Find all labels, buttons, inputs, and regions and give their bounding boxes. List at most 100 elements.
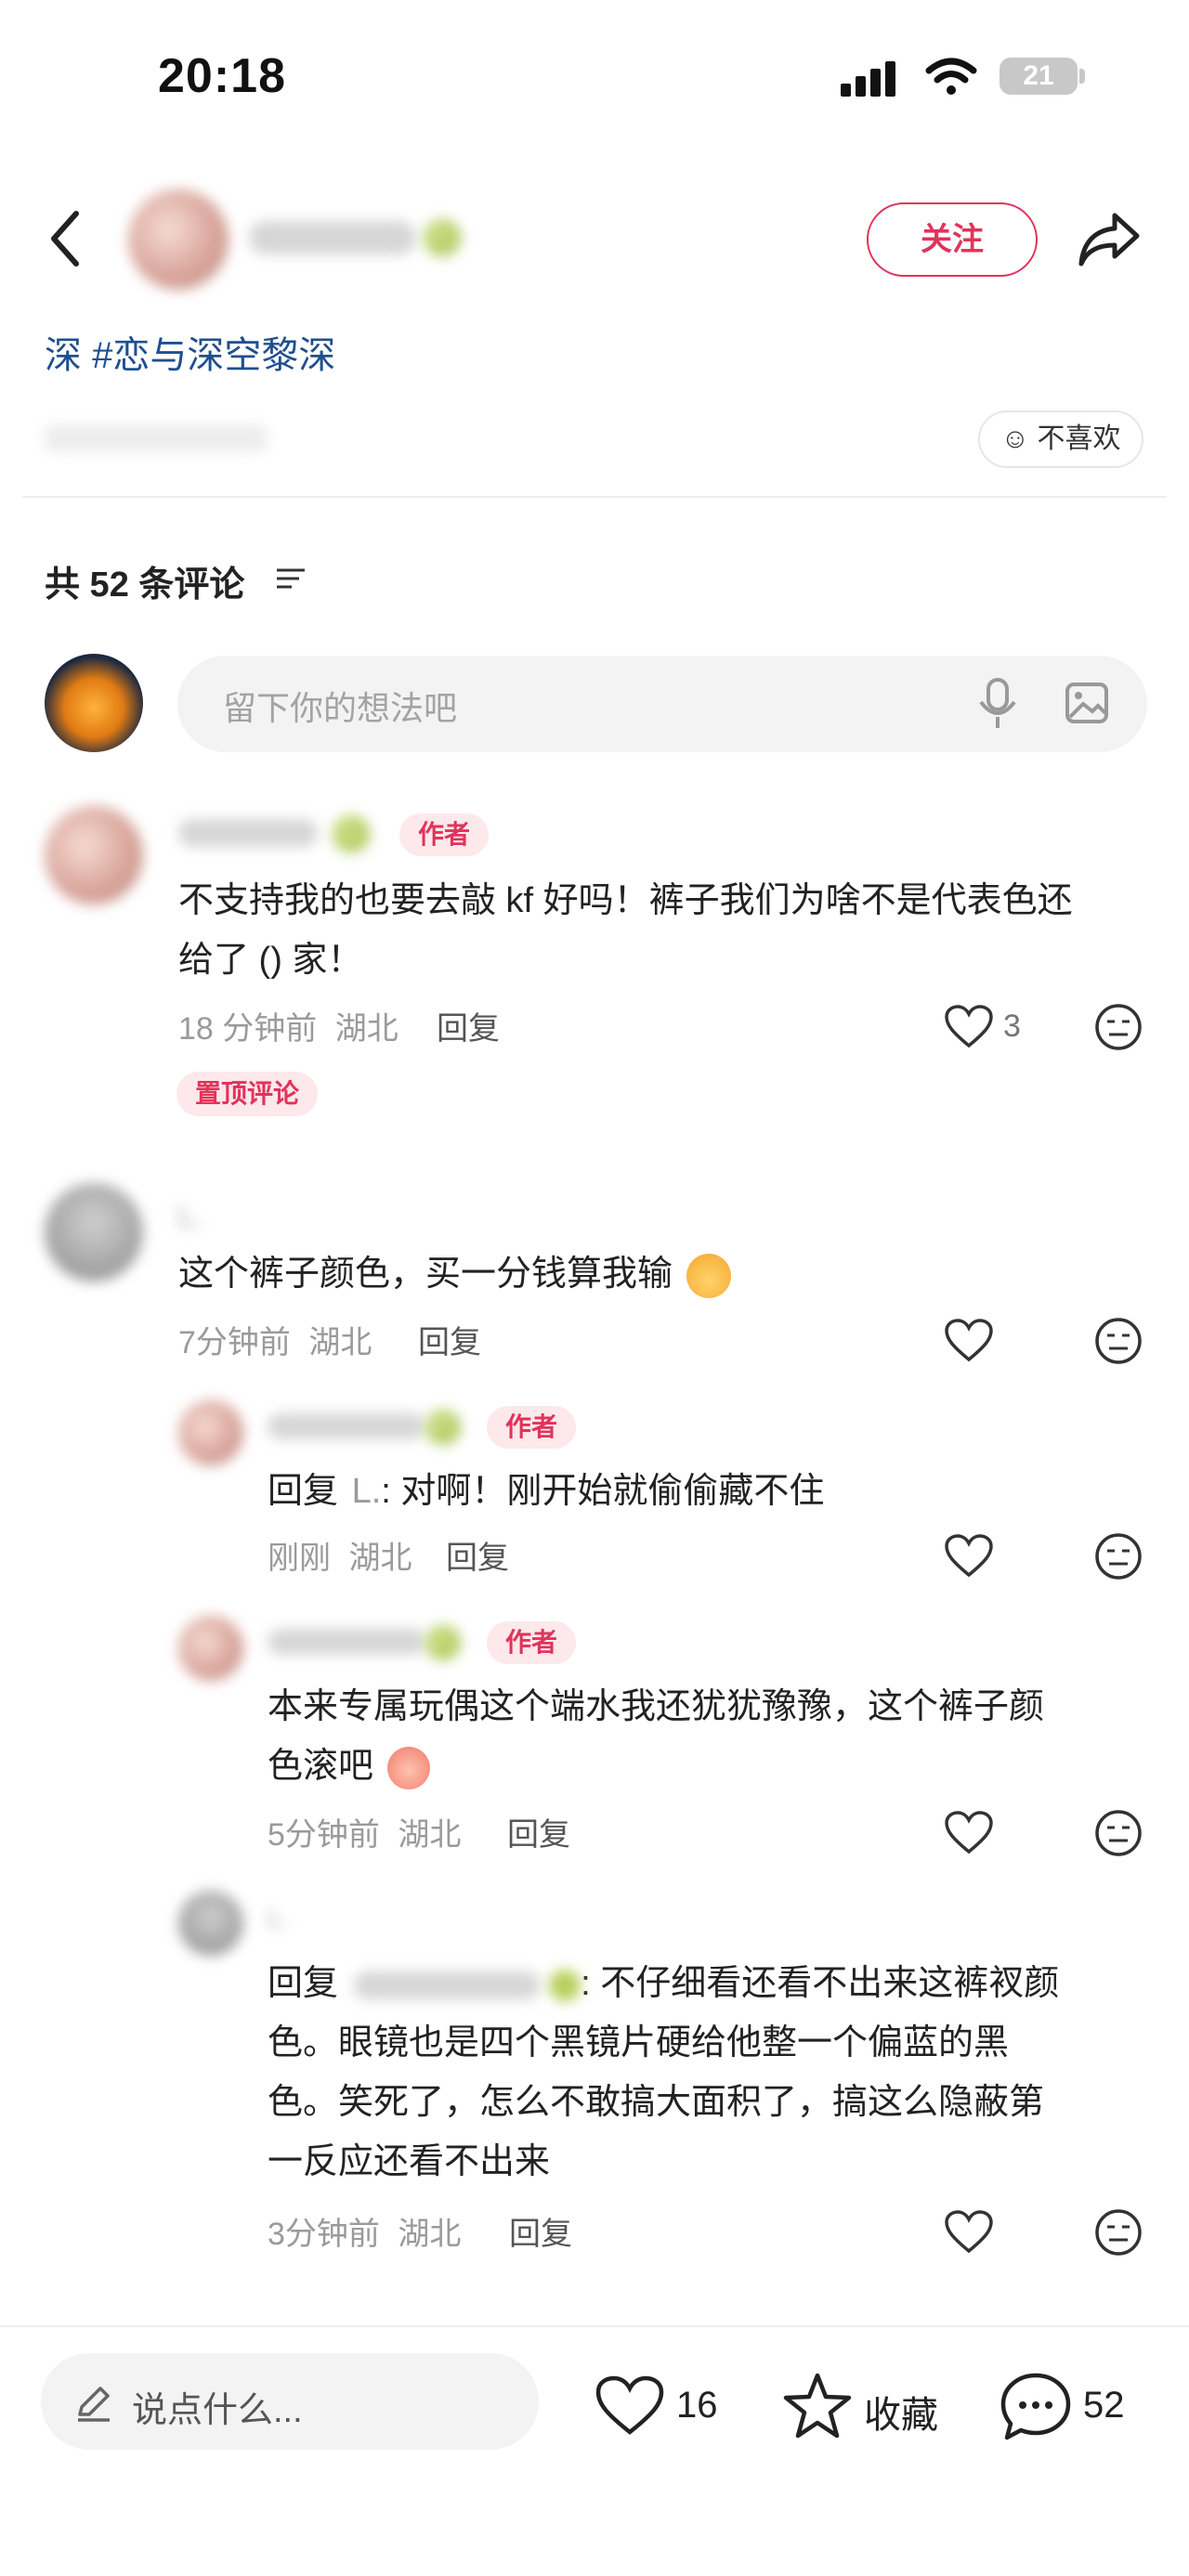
reply-line: 色滚吧	[268, 1747, 374, 1786]
reply-line-wrap: 色滚吧	[268, 1737, 1141, 1796]
reply-avatar[interactable]	[178, 1616, 243, 1681]
comment-meta: 7分钟前 湖北	[178, 1317, 372, 1362]
wifi-icon	[925, 58, 977, 95]
dislike-face-icon[interactable]	[1094, 1532, 1143, 1581]
peach-emoji-icon	[386, 1746, 430, 1789]
bottom-divider	[0, 2325, 1189, 2327]
comment-text: 这个裤子颜色，买一分钱算我输	[178, 1244, 731, 1304]
neutral-face-icon: ☺	[1000, 423, 1030, 454]
comment-line: 这个裤子颜色，买一分钱算我输	[178, 1255, 673, 1294]
reply-line: 色。笑死了，怎么不敢搞大面积了，搞这么隐蔽第	[268, 2083, 1045, 2122]
reply-time: 5分钟前	[268, 1817, 380, 1853]
reply-prefix: 回复	[268, 1964, 339, 2003]
reply-text: 回复 L.: 对啊！刚开始就偷偷藏不住	[268, 1462, 824, 1521]
comment-count-bottom: 52	[1083, 2385, 1125, 2426]
dislike-face-icon[interactable]	[1094, 2208, 1143, 2257]
reply-name[interactable]: L.	[268, 1904, 289, 1933]
dislike-face-icon[interactable]	[1094, 1809, 1143, 1857]
commenter-avatar[interactable]	[45, 1183, 143, 1281]
level-badge-icon	[425, 1625, 461, 1660]
reply-button[interactable]: 回复	[418, 1317, 481, 1362]
author-avatar[interactable]	[128, 189, 229, 290]
comment-meta: 18 分钟前 湖北	[178, 1003, 399, 1048]
comment-time: 18 分钟前	[178, 1011, 318, 1047]
pinned-tag: 置顶评论	[176, 1072, 318, 1116]
heart-icon[interactable]	[944, 1319, 994, 1363]
follow-button[interactable]: 关注	[867, 202, 1038, 277]
heart-icon[interactable]	[944, 1005, 994, 1049]
dislike-label: 不喜欢	[1037, 423, 1121, 454]
reply-avatar[interactable]	[178, 1400, 243, 1465]
like-count: 3	[1003, 1008, 1021, 1044]
comment-location: 湖北	[308, 1325, 372, 1360]
microphone-icon[interactable]	[977, 676, 1018, 732]
star-icon[interactable]	[782, 2372, 853, 2440]
reply-body: : 对啊！刚开始就偷偷藏不住	[381, 1472, 825, 1511]
reply-line-wrap: 回复 : 不仔细看还看不出来这裤衩颜	[268, 1954, 1141, 2013]
blurred-line	[45, 425, 268, 451]
reply-to-user[interactable]	[353, 1971, 540, 1999]
level-badge-icon	[425, 1410, 461, 1445]
reply-text: 回复 : 不仔细看还看不出来这裤衩颜 色。眼镜也是四个黑镜片硬给他整一个偏蓝的黑…	[268, 1954, 1141, 2192]
reply-button[interactable]: 回复	[437, 1003, 500, 1048]
reply-name[interactable]	[268, 1629, 425, 1655]
reply-time: 3分钟前	[268, 2217, 380, 2252]
reply-button[interactable]: 回复	[446, 1532, 509, 1578]
comment-time: 7分钟前	[178, 1325, 291, 1360]
status-time: 20:18	[158, 49, 286, 103]
sort-filter-icon[interactable]	[275, 565, 307, 592]
reply-button[interactable]: 回复	[509, 2208, 572, 2254]
comment-location: 湖北	[334, 1011, 399, 1047]
reply-prefix: 回复	[268, 1472, 339, 1511]
favorite-label[interactable]: 收藏	[864, 2385, 938, 2439]
comment-text: 不支持我的也要去敲 kf 好吗！裤子我们为啥不是代表色还 给了 () 家！	[178, 871, 1154, 990]
author-tag: 作者	[399, 813, 489, 856]
reply-name[interactable]	[268, 1413, 425, 1439]
like-count: 16	[676, 2385, 718, 2426]
level-badge-icon	[424, 219, 461, 256]
heart-icon[interactable]	[944, 1811, 994, 1855]
reply-meta: 刚刚 湖北	[268, 1532, 412, 1578]
share-icon[interactable]	[1078, 210, 1141, 267]
level-badge-icon	[549, 1969, 581, 2001]
divider	[22, 496, 1167, 498]
pencil-icon	[78, 2387, 110, 2422]
heart-icon[interactable]	[944, 1534, 994, 1579]
comment-count: 共 52 条评论	[45, 566, 245, 605]
reply-location: 湖北	[398, 2217, 462, 2252]
commenter-name[interactable]	[178, 819, 318, 847]
comment-bubble-icon[interactable]	[1000, 2372, 1072, 2442]
commenter-avatar[interactable]	[45, 806, 143, 904]
back-icon[interactable]	[46, 208, 84, 269]
reply-location: 湖北	[348, 1541, 412, 1576]
reply-location: 湖北	[398, 1817, 462, 1853]
dislike-button[interactable]: ☺ 不喜欢	[978, 410, 1143, 468]
author-tag: 作者	[487, 1406, 576, 1449]
my-avatar	[45, 654, 143, 752]
reply-meta: 3分钟前 湖北	[268, 2208, 461, 2254]
reply-button[interactable]: 回复	[507, 1809, 570, 1854]
comment-input-placeholder: 留下你的想法吧	[223, 689, 458, 727]
heart-icon[interactable]	[944, 2210, 994, 2255]
reply-line: 一反应还看不出来	[268, 2142, 551, 2181]
dislike-face-icon[interactable]	[1094, 1003, 1143, 1051]
say-something-placeholder: 说点什么...	[132, 2391, 303, 2430]
reply-line: 色。眼镜也是四个黑镜片硬给他整一个偏蓝的黑	[268, 2023, 1010, 2062]
reply-to-user[interactable]: L.	[352, 1472, 382, 1511]
dislike-face-icon[interactable]	[1094, 1317, 1143, 1365]
battery-tip	[1079, 69, 1085, 84]
like-heart-icon[interactable]	[594, 2375, 665, 2437]
author-name[interactable]	[249, 221, 416, 254]
reply-line: 本来专属玩偶这个端水我还犹犹豫豫，这个裤子颜	[268, 1687, 1045, 1726]
reply-meta: 5分钟前 湖北	[268, 1809, 461, 1854]
image-icon[interactable]	[1065, 682, 1109, 724]
commenter-name[interactable]: L.	[178, 1200, 203, 1234]
comment-line: 不支持我的也要去敲 kf 好吗！裤子我们为啥不是代表色还	[178, 881, 1073, 920]
post-tags[interactable]: 深 #恋与深空黎深	[45, 325, 335, 379]
reply-text: 本来专属玩偶这个端水我还犹犹豫豫，这个裤子颜 色滚吧	[268, 1677, 1141, 1796]
battery-indicator: 21	[1000, 58, 1078, 95]
comment-line: 给了 () 家！	[178, 941, 363, 980]
cellular-signal-icon	[841, 61, 900, 97]
reply-avatar[interactable]	[178, 1891, 243, 1956]
reply-time: 刚刚	[268, 1541, 331, 1576]
